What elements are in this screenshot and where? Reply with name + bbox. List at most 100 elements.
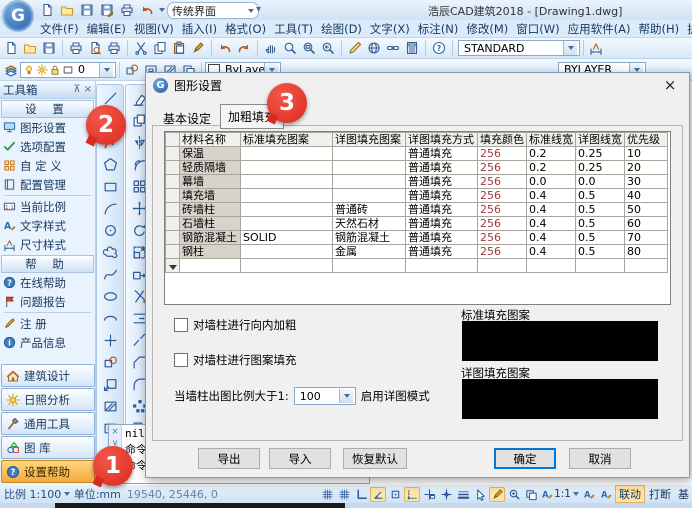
- grid-cell[interactable]: [406, 259, 478, 273]
- grid-cell[interactable]: 70: [625, 231, 668, 245]
- grid-cell[interactable]: 石墙柱: [180, 217, 241, 231]
- grid-cell[interactable]: [241, 189, 333, 203]
- menu-item[interactable]: 应用软件(A): [564, 21, 635, 37]
- toolbar-overflow-icon[interactable]: ▾: [256, 4, 261, 15]
- plot-icon[interactable]: [105, 39, 123, 57]
- row-selector-cell[interactable]: [166, 217, 180, 231]
- row-selector-cell[interactable]: [166, 245, 180, 259]
- preview-icon[interactable]: [86, 39, 104, 57]
- grid-header-cell[interactable]: 详图线宽: [576, 133, 625, 147]
- lock-icon[interactable]: [49, 63, 62, 76]
- grid-cell[interactable]: 30: [625, 175, 668, 189]
- toggle-打断[interactable]: 打断: [646, 486, 674, 502]
- table-row[interactable]: 钢柱金属普通填充2560.40.580: [166, 245, 668, 259]
- grid-cell[interactable]: [333, 161, 406, 175]
- grid-header-cell[interactable]: 详图填充方式: [406, 133, 478, 147]
- toggle-联动[interactable]: 联动: [615, 485, 645, 503]
- grid-cell[interactable]: 保温: [180, 147, 241, 161]
- grid-cell[interactable]: [241, 161, 333, 175]
- grid-cell[interactable]: 0.5: [576, 231, 625, 245]
- lines3-toggle-icon[interactable]: [455, 487, 471, 502]
- globe-icon[interactable]: [365, 39, 383, 57]
- grid-cell[interactable]: 普通填充: [406, 203, 478, 217]
- grid-cell[interactable]: 40: [625, 189, 668, 203]
- grid-cell[interactable]: 0.0: [527, 175, 576, 189]
- close-icon[interactable]: ×: [111, 427, 119, 437]
- mkblk-icon[interactable]: [123, 61, 141, 79]
- row-selector-cell[interactable]: [166, 161, 180, 175]
- otrack-toggle-icon[interactable]: [404, 487, 420, 502]
- checkbox-inward-bold[interactable]: 对墙柱进行向内加粗: [174, 317, 297, 333]
- saveas-icon[interactable]: [98, 1, 116, 19]
- toolbox-section-header[interactable]: 帮 助: [1, 255, 94, 273]
- text-style-dropdown[interactable]: STANDARD: [458, 40, 580, 56]
- app-logo-icon[interactable]: G: [2, 0, 34, 32]
- toolbox-item-选项配置[interactable]: 选项配置: [0, 137, 95, 156]
- grid-cell[interactable]: 0.0: [576, 175, 625, 189]
- undo-icon[interactable]: [138, 1, 156, 19]
- grid-cell[interactable]: [478, 259, 527, 273]
- row-selector-cell[interactable]: [166, 189, 180, 203]
- cursorplus-toggle-icon[interactable]: [438, 487, 454, 502]
- grid-cell[interactable]: 80: [625, 245, 668, 259]
- grid-cell[interactable]: 普通填充: [406, 175, 478, 189]
- grid-cell[interactable]: 0.25: [576, 161, 625, 175]
- help-icon[interactable]: ?: [430, 39, 448, 57]
- copy-icon[interactable]: [151, 39, 169, 57]
- checkbox-icon[interactable]: [174, 353, 188, 367]
- grid-cell[interactable]: 0.4: [527, 231, 576, 245]
- material-grid[interactable]: 材料名称标准填充图案详图填充图案详图填充方式填充颜色标准线宽详图线宽优先级保温普…: [164, 131, 671, 305]
- grid-cell[interactable]: 0.25: [576, 147, 625, 161]
- grid-header-cell[interactable]: 材料名称: [180, 133, 241, 147]
- grid-cell[interactable]: 256: [478, 161, 527, 175]
- table-row[interactable]: 幕墙普通填充2560.00.030: [166, 175, 668, 189]
- grid-cell[interactable]: 60: [625, 217, 668, 231]
- grid-cell[interactable]: 填充墙: [180, 189, 241, 203]
- hatch-icon[interactable]: [99, 395, 122, 417]
- grid-cell[interactable]: 0.4: [527, 189, 576, 203]
- grid-cell[interactable]: [241, 147, 333, 161]
- grid-header-cell[interactable]: 优先级: [625, 133, 668, 147]
- grid-cell[interactable]: [333, 147, 406, 161]
- toolbox-item-注 册[interactable]: 注 册: [0, 314, 95, 333]
- grid-cell[interactable]: 0.2: [527, 147, 576, 161]
- toolbox-item-问题报告[interactable]: 问题报告: [0, 292, 95, 311]
- grid-cell[interactable]: [333, 189, 406, 203]
- grid-header-cell[interactable]: 填充颜色: [478, 133, 527, 147]
- grid-cell[interactable]: 普通填充: [406, 189, 478, 203]
- brush-icon[interactable]: [189, 39, 207, 57]
- sun-icon[interactable]: [36, 63, 49, 76]
- rect-icon[interactable]: [99, 175, 122, 197]
- grid-cell[interactable]: 钢筋混凝土: [333, 231, 406, 245]
- annotation-icon[interactable]: A: [598, 487, 614, 502]
- cursor-toggle-icon[interactable]: [472, 487, 488, 502]
- calc-icon[interactable]: [403, 39, 421, 57]
- menu-item[interactable]: 绘图(D): [317, 21, 366, 37]
- grid-cell[interactable]: 256: [478, 175, 527, 189]
- save-icon[interactable]: [40, 39, 58, 57]
- layer-manager-icon[interactable]: [2, 61, 20, 79]
- grid-cell[interactable]: [333, 175, 406, 189]
- table-row[interactable]: 钢筋混凝土SOLID钢筋混凝土普通填充2560.40.570: [166, 231, 668, 245]
- restore-default-button[interactable]: 恢复默认: [343, 448, 407, 469]
- earc-icon[interactable]: [99, 307, 122, 329]
- toolbox-item-尺寸样式[interactable]: 尺寸样式: [0, 235, 95, 254]
- menu-item[interactable]: 格式(O): [221, 21, 270, 37]
- print-icon[interactable]: [67, 39, 85, 57]
- toolbox-button-设置帮助[interactable]: ?设置帮助: [1, 460, 95, 483]
- zoomwin-icon[interactable]: [300, 39, 318, 57]
- insblk-icon[interactable]: [99, 373, 122, 395]
- grid-cell[interactable]: [241, 175, 333, 189]
- grid-cell[interactable]: 0.4: [527, 217, 576, 231]
- grid-cell[interactable]: 轻质隔墙: [180, 161, 241, 175]
- scale-value[interactable]: 1:100: [30, 488, 62, 501]
- table-row[interactable]: 保温普通填充2560.20.2510: [166, 147, 668, 161]
- toolbox-item-产品信息[interactable]: i产品信息: [0, 333, 95, 352]
- grid-cell[interactable]: 幕墙: [180, 175, 241, 189]
- grid-cell[interactable]: [333, 259, 406, 273]
- menu-item[interactable]: 帮助(H): [634, 21, 683, 37]
- layer-dropdown[interactable]: 0: [20, 62, 116, 78]
- menu-item[interactable]: 编辑(E): [83, 21, 130, 37]
- menu-item[interactable]: 窗口(W): [512, 21, 563, 37]
- grid-cell[interactable]: 0.5: [576, 245, 625, 259]
